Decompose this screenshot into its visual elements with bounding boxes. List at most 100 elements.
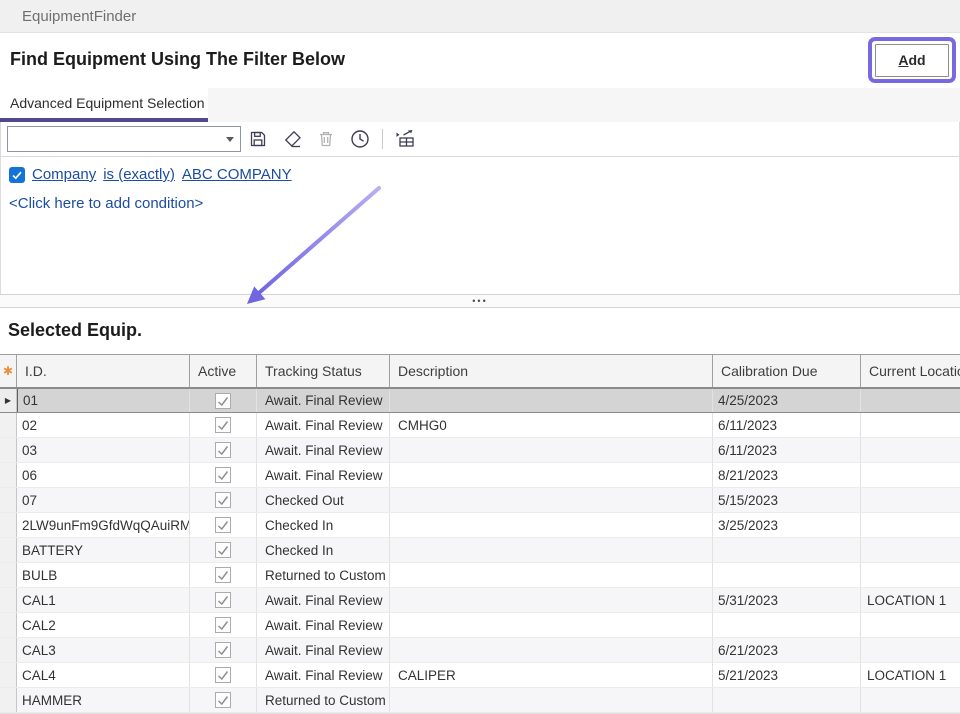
- table-row[interactable]: BATTERY Checked In: [0, 538, 960, 563]
- active-checkbox[interactable]: [215, 417, 231, 433]
- cell-calibration-due[interactable]: [713, 538, 861, 562]
- cell-tracking-status[interactable]: Await. Final Review: [257, 638, 390, 662]
- table-row[interactable]: 2LW9unFm9GfdWqQAuiRM Checked In 3/25/2023: [0, 513, 960, 538]
- table-row[interactable]: 07 Checked Out 5/15/2023: [0, 488, 960, 513]
- cell-active[interactable]: [190, 538, 257, 562]
- active-checkbox[interactable]: [215, 592, 231, 608]
- cell-active[interactable]: [190, 389, 257, 412]
- cell-description[interactable]: [390, 463, 713, 487]
- cell-current-location[interactable]: [861, 463, 960, 487]
- cell-tracking-status[interactable]: Await. Final Review: [257, 389, 390, 412]
- table-row[interactable]: 02Await. Final ReviewCMHG06/11/2023: [0, 413, 960, 438]
- table-row[interactable]: CAL2Await. Final Review: [0, 613, 960, 638]
- cell-active[interactable]: [190, 463, 257, 487]
- cell-active[interactable]: [190, 638, 257, 662]
- condition-field-link[interactable]: Company: [32, 166, 96, 183]
- cell-description[interactable]: [390, 513, 713, 537]
- cell-description[interactable]: [390, 563, 713, 587]
- cell-calibration-due[interactable]: 5/15/2023: [713, 488, 861, 512]
- table-row[interactable]: 03Await. Final Review6/11/2023: [0, 438, 960, 463]
- active-checkbox[interactable]: [215, 692, 231, 708]
- cell-id[interactable]: 2LW9unFm9GfdWqQAuiRM: [17, 513, 190, 537]
- cell-id[interactable]: CAL3: [17, 638, 190, 662]
- cell-tracking-status[interactable]: Checked Out: [257, 488, 390, 512]
- cell-description[interactable]: [390, 638, 713, 662]
- cell-active[interactable]: [190, 663, 257, 687]
- cell-id[interactable]: CAL4: [17, 663, 190, 687]
- active-checkbox[interactable]: [215, 517, 231, 533]
- history-icon[interactable]: [348, 127, 372, 151]
- cell-tracking-status[interactable]: Await. Final Review: [257, 413, 390, 437]
- cell-current-location[interactable]: [861, 513, 960, 537]
- cell-calibration-due[interactable]: 6/21/2023: [713, 638, 861, 662]
- active-checkbox[interactable]: [215, 393, 231, 409]
- column-header-calibration-due[interactable]: Calibration Due: [713, 355, 861, 387]
- eraser-icon[interactable]: [280, 127, 304, 151]
- cell-current-location[interactable]: [861, 613, 960, 637]
- cell-calibration-due[interactable]: [713, 563, 861, 587]
- cell-active[interactable]: [190, 513, 257, 537]
- add-condition-link[interactable]: <Click here to add condition>: [9, 195, 203, 212]
- cell-tracking-status[interactable]: Checked In: [257, 538, 390, 562]
- cell-description[interactable]: [390, 389, 713, 412]
- cell-current-location[interactable]: [861, 438, 960, 462]
- cell-description[interactable]: [390, 438, 713, 462]
- column-header-id[interactable]: I.D.: [17, 355, 190, 387]
- table-row[interactable]: HAMMER Returned to Custom: [0, 688, 960, 713]
- active-checkbox[interactable]: [215, 467, 231, 483]
- cell-id[interactable]: BULB: [17, 563, 190, 587]
- cell-calibration-due[interactable]: [713, 688, 861, 712]
- column-header-tracking-status[interactable]: Tracking Status: [257, 355, 390, 387]
- active-checkbox[interactable]: [215, 492, 231, 508]
- table-row[interactable]: CAL3 Await. Final Review 6/21/2023: [0, 638, 960, 663]
- cell-description[interactable]: [390, 613, 713, 637]
- cell-tracking-status[interactable]: Returned to Custom: [257, 688, 390, 712]
- cell-calibration-due[interactable]: 8/21/2023: [713, 463, 861, 487]
- cell-current-location[interactable]: [861, 563, 960, 587]
- cell-active[interactable]: [190, 588, 257, 612]
- cell-id[interactable]: 01: [17, 389, 190, 412]
- table-row[interactable]: CAL1Await. Final Review5/31/2023LOCATION…: [0, 588, 960, 613]
- cell-tracking-status[interactable]: Await. Final Review: [257, 613, 390, 637]
- cell-id[interactable]: 02: [17, 413, 190, 437]
- cell-description[interactable]: [390, 688, 713, 712]
- active-checkbox[interactable]: [215, 567, 231, 583]
- condition-checkbox[interactable]: [9, 167, 25, 183]
- cell-current-location[interactable]: [861, 688, 960, 712]
- cell-id[interactable]: HAMMER: [17, 688, 190, 712]
- table-row[interactable]: CAL4Await. Final ReviewCALIPER5/21/2023L…: [0, 663, 960, 688]
- cell-calibration-due[interactable]: 3/25/2023: [713, 513, 861, 537]
- active-checkbox[interactable]: [215, 542, 231, 558]
- cell-calibration-due[interactable]: 5/21/2023: [713, 663, 861, 687]
- cell-active[interactable]: [190, 488, 257, 512]
- cell-tracking-status[interactable]: Checked In: [257, 513, 390, 537]
- active-checkbox[interactable]: [215, 667, 231, 683]
- cell-calibration-due[interactable]: 6/11/2023: [713, 438, 861, 462]
- pane-splitter[interactable]: •••: [0, 294, 960, 308]
- column-chooser-icon[interactable]: [393, 127, 417, 151]
- cell-calibration-due[interactable]: 5/31/2023: [713, 588, 861, 612]
- cell-description[interactable]: CALIPER: [390, 663, 713, 687]
- tab-advanced-equipment-selection[interactable]: Advanced Equipment Selection: [0, 88, 208, 122]
- table-row[interactable]: ▶01Await. Final Review4/25/2023: [0, 388, 960, 413]
- column-header-current-location[interactable]: Current Location: [861, 355, 960, 387]
- cell-tracking-status[interactable]: Await. Final Review: [257, 463, 390, 487]
- cell-description[interactable]: [390, 488, 713, 512]
- active-checkbox[interactable]: [215, 642, 231, 658]
- cell-current-location[interactable]: [861, 638, 960, 662]
- cell-active[interactable]: [190, 688, 257, 712]
- cell-id[interactable]: 07: [17, 488, 190, 512]
- cell-id[interactable]: 03: [17, 438, 190, 462]
- cell-id[interactable]: CAL1: [17, 588, 190, 612]
- column-header-description[interactable]: Description: [390, 355, 713, 387]
- cell-current-location[interactable]: [861, 488, 960, 512]
- cell-calibration-due[interactable]: 6/11/2023: [713, 413, 861, 437]
- cell-tracking-status[interactable]: Await. Final Review: [257, 663, 390, 687]
- cell-description[interactable]: [390, 538, 713, 562]
- cell-current-location[interactable]: [861, 413, 960, 437]
- cell-calibration-due[interactable]: [713, 613, 861, 637]
- cell-calibration-due[interactable]: 4/25/2023: [713, 389, 861, 412]
- cell-id[interactable]: BATTERY: [17, 538, 190, 562]
- condition-value-link[interactable]: ABC COMPANY: [182, 166, 292, 183]
- cell-tracking-status[interactable]: Await. Final Review: [257, 588, 390, 612]
